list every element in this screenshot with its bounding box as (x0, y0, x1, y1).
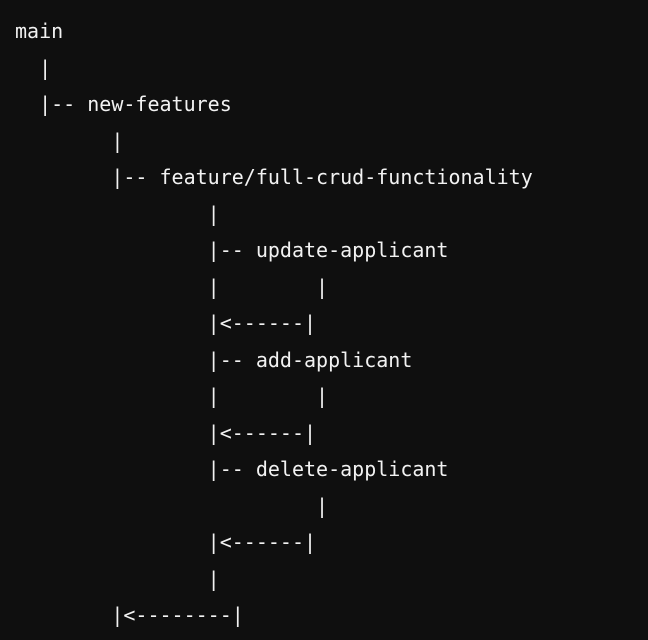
diagram-line-add-applicant: |-- add-applicant (15, 347, 413, 372)
diagram-line-update-applicant: |-- update-applicant (15, 238, 449, 262)
diagram-line-merge-arrow: |<------| (15, 530, 317, 554)
diagram-line-new-features: |-- new-features (15, 92, 232, 116)
diagram-line-main: main (15, 19, 64, 43)
diagram-line-feature-branch: |-- feature/full-crud-functionality (15, 165, 533, 189)
diagram-line-connector: | | (15, 384, 329, 408)
branch-diagram: main | |-- new-features | |-- feature/fu… (15, 13, 533, 634)
diagram-line-connector: | (15, 201, 220, 226)
diagram-line-connector: | (15, 493, 329, 518)
diagram-line-merge-arrow: |<--------| (15, 603, 244, 627)
diagram-line-connector: | (15, 55, 52, 80)
diagram-line-merge-arrow: |<------| (15, 420, 317, 445)
diagram-line-connector: | | (15, 274, 329, 299)
diagram-line-connector: | (15, 566, 220, 591)
diagram-line-connector: | (15, 128, 124, 153)
diagram-line-delete-applicant: |-- delete-applicant (15, 457, 449, 481)
diagram-line-merge-arrow: |<------| (15, 311, 317, 335)
